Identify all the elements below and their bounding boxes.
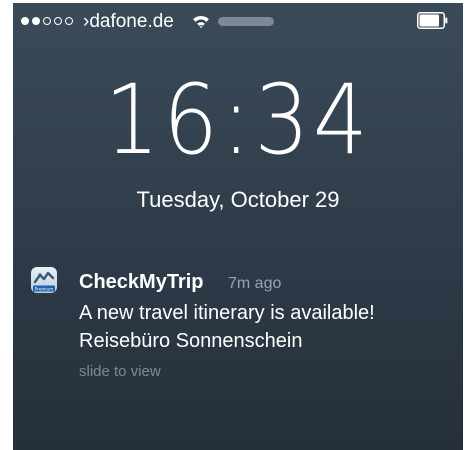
notification-app-name: CheckMyTrip	[79, 271, 204, 293]
slide-to-view-hint[interactable]: slide to view	[79, 363, 161, 380]
status-bar: ›dafone.de	[13, 3, 463, 37]
notification-time-ago: 7m ago	[228, 275, 282, 292]
wifi-icon	[193, 15, 209, 28]
notification[interactable]: Premium CheckMyTrip 7m ago A new travel …	[31, 265, 453, 385]
lock-screen: ›dafone.de 16:34 Tuesday, October 29 Pre…	[13, 3, 463, 450]
signal-dot	[32, 17, 40, 25]
carrier-name: ›dafone.de	[83, 11, 174, 32]
signal-dot	[21, 17, 29, 25]
notification-message-line-2: Reisebüro Sonnenschein	[79, 330, 303, 352]
signal-dot	[43, 17, 51, 25]
lock-screen-clock: 16:34	[104, 64, 372, 176]
checkmytrip-app-icon: Premium	[31, 267, 57, 293]
lock-screen-date: Tuesday, October 29	[136, 187, 340, 212]
signal-dot	[54, 17, 62, 25]
notification-message-line-1: A new travel itinerary is available!	[79, 302, 375, 324]
battery-level-fill	[419, 14, 440, 27]
premium-badge-label: Premium	[35, 286, 54, 291]
network-activity-bar	[218, 17, 274, 26]
signal-dot	[65, 17, 73, 25]
battery-icon	[417, 12, 448, 29]
signal-strength-icon	[21, 17, 73, 25]
